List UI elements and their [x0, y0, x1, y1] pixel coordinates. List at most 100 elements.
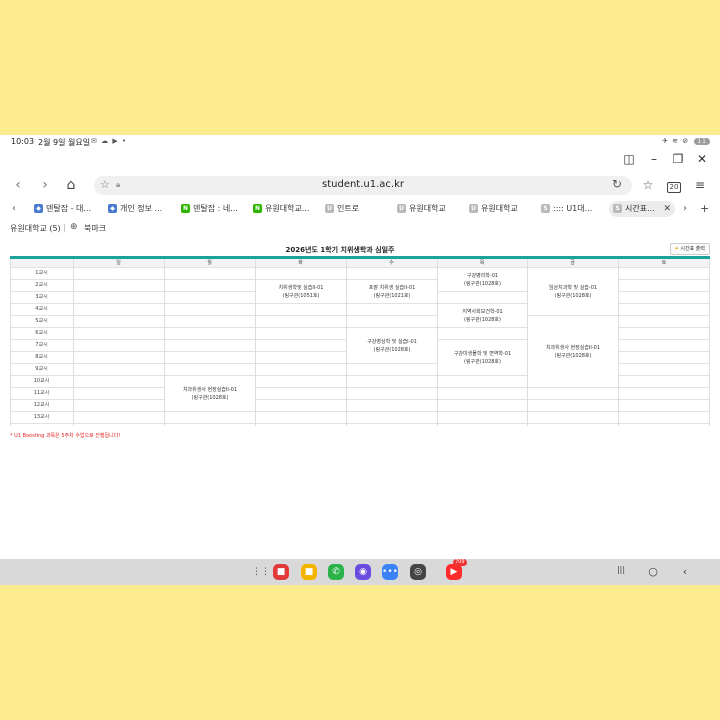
grid-column-line [73, 259, 74, 426]
timetable-page: 2026년도 1학기 치위생학과 심일주 ✦ 시간표 출력 일 월 화 수 목 금 토 1교시… [10, 243, 710, 443]
u1-favicon-icon: U [469, 204, 478, 213]
day-header: 일 [116, 260, 121, 266]
browser-app-icon[interactable]: ◉ [355, 564, 371, 580]
course-room: (링구관(1028호) [373, 346, 411, 353]
course-block[interactable]: 포괄 치위생 실습II-01 (링구관(1021호) [347, 280, 437, 303]
period-label: 6교시 [35, 330, 48, 336]
tab-4[interactable]: U 인트로 [325, 201, 385, 217]
tab-label: 인트로 [337, 204, 360, 213]
menu-icon[interactable]: ≡ [692, 176, 708, 194]
tabs-scroll-left-icon[interactable]: ‹ [12, 201, 24, 217]
tab-label: 개인 정보 ... [120, 204, 163, 213]
tab-manager-button[interactable]: 20 [666, 176, 682, 194]
course-block[interactable]: 치과위생사 현장실습II-01 (링구관(1028호) [528, 316, 618, 387]
youtube-app-icon[interactable]: ▶ [446, 564, 462, 580]
tab-label: :::: U1대... [553, 204, 593, 213]
grid-row-line [10, 399, 710, 400]
course-name: 구강미생물학 및 면역학-01 [453, 350, 512, 357]
course-room: (링구관(1028호) [464, 316, 501, 323]
u1-favicon-icon: U [325, 204, 334, 213]
url-field[interactable]: ☆ 🔒︎ student.u1.ac.kr ↻ [94, 176, 632, 195]
day-header: 금 [570, 260, 575, 266]
course-block[interactable]: 치위생학및 실습II-01 (링구관(1051호) [256, 280, 346, 303]
s-favicon-icon: S [613, 204, 622, 213]
forward-icon[interactable]: › [36, 176, 54, 194]
tab-7[interactable]: S:::: U1대... [541, 201, 601, 217]
course-block[interactable]: 구강병리학-01 (링구관(1028호) [438, 268, 527, 291]
new-tab-icon[interactable]: + [700, 201, 712, 217]
period-label: 8교시 [35, 354, 48, 360]
youtube-notification-badge: 709 [453, 559, 467, 566]
back-icon[interactable]: ‹ [9, 176, 27, 194]
battery-icon: 11 [694, 138, 710, 145]
favorites-icon[interactable]: ☆ [640, 176, 656, 194]
tab-strip: ‹ ◆ 덴탈잡 - 대... ◆ 개인 정보 ... N 덴탈잡 : 네... N 유원… [0, 200, 720, 218]
course-name: 구강영상학 및 실습I-01 [367, 338, 417, 345]
phone-app-icon[interactable]: ✆ [328, 564, 344, 580]
taskbar: ⋮⋮ ■ ■ ✆ ◉ ••• ◎ ▶ 709 ||| ○ ‹ [0, 559, 720, 585]
apps-grid-icon[interactable]: ⋮⋮ [252, 564, 270, 580]
device-screen: 10:03 2월 9일 월요일 ✉ ☁ ▶ • ✈ ≋ ⊘ 11 ◫ – ❐ ✕… [0, 135, 720, 585]
notes-app-icon[interactable]: ■ [273, 564, 289, 580]
course-room: (링구관(1021호) [373, 292, 411, 299]
recents-icon[interactable]: ||| [614, 565, 628, 574]
minimize-icon[interactable]: – [646, 151, 662, 167]
close-window-icon[interactable]: ✕ [694, 151, 710, 167]
tab-0[interactable]: ◆ 덴탈잡 - 대... [34, 201, 94, 217]
messages-app-icon[interactable]: ••• [382, 564, 398, 580]
course-block[interactable]: 치과위생사 현장실습II-01 (링구관(1028호) [165, 376, 255, 411]
course-name: 치과위생사 현장실습II-01 [182, 386, 238, 393]
course-block[interactable]: 구강영상학 및 실습I-01 (링구관(1028호) [347, 328, 437, 363]
camera-app-icon[interactable]: ◎ [410, 564, 426, 580]
course-name: 치위생학및 실습II-01 [278, 284, 324, 291]
course-block[interactable]: 임상치과학 및 실습-01 (링구관(1028호) [528, 268, 618, 315]
course-block[interactable]: 구강미생물학 및 면역학-01 (링구관(1028호) [438, 340, 527, 375]
add-bookmark-icon[interactable]: ⊕ [70, 222, 78, 232]
course-block[interactable]: 지역사회보건학-01 (링구관(1028호) [438, 304, 527, 327]
naver-favicon-icon: N [253, 204, 262, 213]
tab-6[interactable]: U 유원대학교 [469, 201, 531, 217]
bookmark-bar: 유원대학교 (5) | ⊕ 북마크 [0, 221, 720, 235]
tab-5[interactable]: U 유원대학교 [397, 201, 459, 217]
print-icon: ✦ [674, 246, 679, 252]
bookmarks-button[interactable]: 북마크 [84, 223, 106, 234]
tab-label: 덴탈잡 : 네... [193, 204, 238, 213]
course-name: 포괄 치위생 실습II-01 [368, 284, 416, 291]
tab-label: 덴탈잡 - 대... [46, 204, 92, 213]
home-nav-icon[interactable]: ○ [646, 565, 660, 578]
course-room: (링구관(1028호) [464, 358, 501, 365]
period-label: 12교시 [33, 402, 50, 408]
day-header: 목 [479, 260, 485, 266]
system-status-icons: ✈ ≋ ⊘ 11 [662, 137, 710, 145]
tab-8-active[interactable]: S 시간표... ✕ [609, 201, 675, 217]
reload-icon[interactable]: ↻ [612, 177, 622, 191]
address-bar-row: ‹ › ⌂ ☆ 🔒︎ student.u1.ac.kr ↻ ☆ 20 ≡ [0, 174, 720, 196]
maximize-icon[interactable]: ❐ [670, 151, 686, 167]
back-nav-icon[interactable]: ‹ [678, 565, 692, 578]
grid-row-line [10, 411, 710, 412]
print-timetable-button[interactable]: ✦ 시간표 출력 [669, 243, 710, 255]
footnote: * U1 Boosting 과목은 5주차 수업으로 진행됩니다! [10, 433, 121, 439]
tab-count: 20 [666, 182, 682, 193]
period-label: 9교시 [35, 366, 48, 372]
tab-3[interactable]: N 유원대학교... [253, 201, 315, 217]
files-app-icon[interactable]: ■ [301, 564, 317, 580]
period-label: 2교시 [35, 282, 48, 288]
day-header: 토 [661, 260, 667, 266]
u1-favicon-icon: U [397, 204, 406, 213]
tab-label: 시간표... [625, 204, 655, 213]
split-view-icon[interactable]: ◫ [621, 151, 637, 167]
course-room: (링구관(1051호) [282, 292, 320, 299]
day-header: 화 [298, 260, 303, 266]
status-bar: 10:03 2월 9일 월요일 ✉ ☁ ▶ • ✈ ≋ ⊘ 11 [0, 135, 720, 149]
notification-icons: ✉ ☁ ▶ • [91, 137, 128, 145]
home-icon[interactable]: ⌂ [62, 176, 80, 194]
tab-1[interactable]: ◆ 개인 정보 ... [108, 201, 168, 217]
status-date: 2월 9일 월요일 [38, 138, 91, 147]
day-header: 월 [207, 260, 212, 266]
bookmark-folder-yuwon[interactable]: 유원대학교 (5) [10, 223, 61, 234]
tabs-scroll-right-icon[interactable]: › [683, 201, 693, 217]
s-favicon-icon: S [541, 204, 550, 213]
tab-2[interactable]: N 덴탈잡 : 네... [181, 201, 243, 217]
close-tab-icon[interactable]: ✕ [663, 201, 671, 217]
